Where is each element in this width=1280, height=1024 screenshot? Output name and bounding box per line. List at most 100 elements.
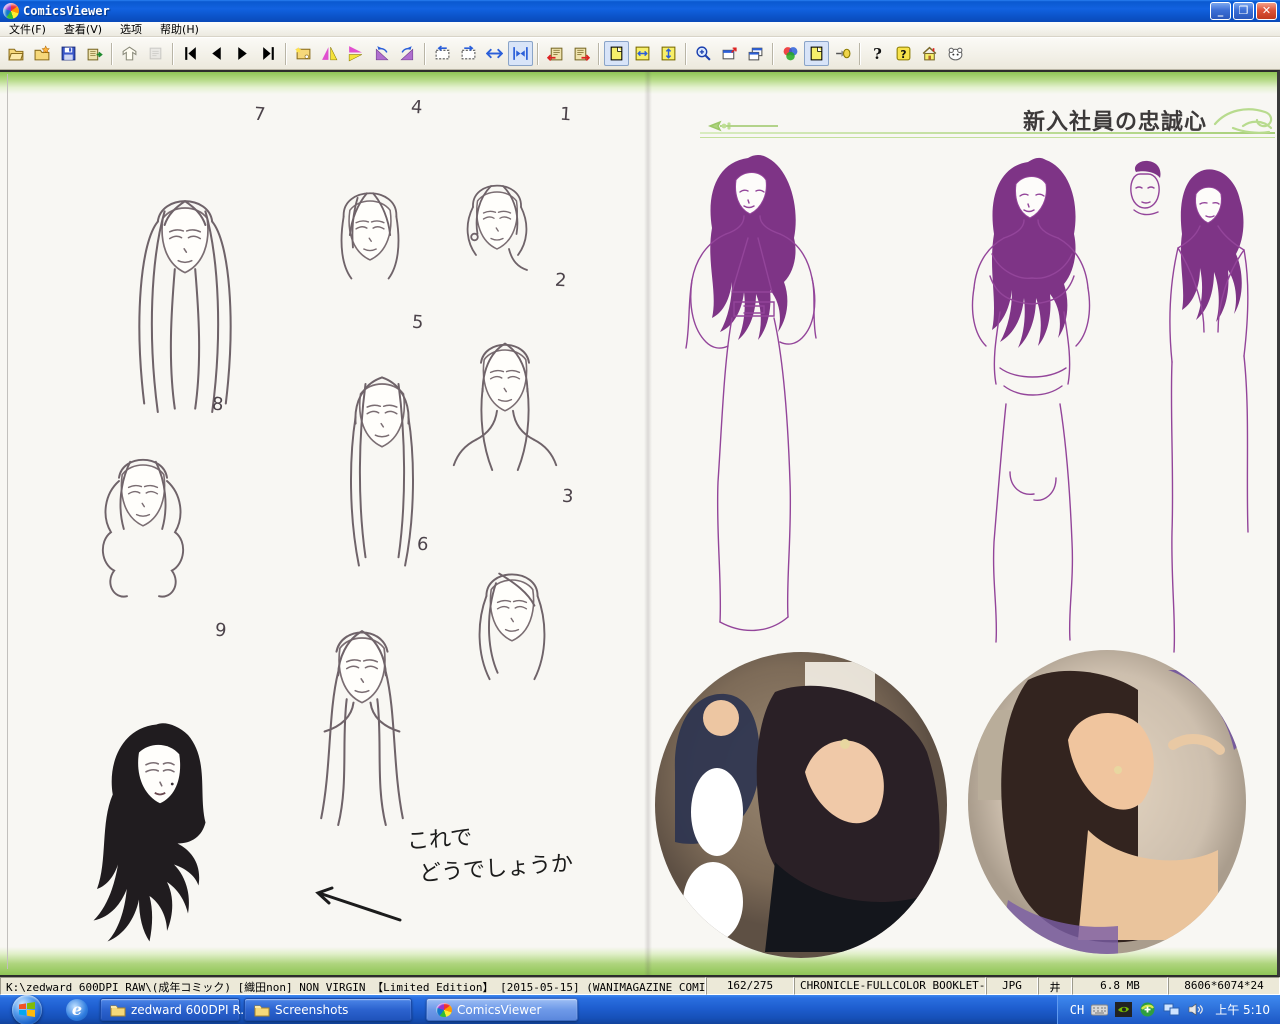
- folder-icon: [254, 1003, 270, 1017]
- menu-file[interactable]: 文件(F): [0, 22, 55, 37]
- menu-help[interactable]: 帮助(H): [151, 22, 208, 37]
- bookmark-icon: [295, 45, 312, 62]
- resize-window-button[interactable]: [717, 41, 742, 66]
- rotate-left-button[interactable]: [369, 41, 394, 66]
- chapter-title: 新入社員の忠誠心: [1023, 104, 1207, 136]
- help-topics-button[interactable]: ?: [891, 41, 916, 66]
- taskbar-button-comicsviewer[interactable]: ComicsViewer: [426, 998, 578, 1021]
- clock[interactable]: 上午 5:10: [1215, 1001, 1270, 1018]
- bookmark-button[interactable]: [291, 41, 316, 66]
- page-mode-button[interactable]: [804, 41, 829, 66]
- prev-page-button[interactable]: [204, 41, 229, 66]
- minimize-button[interactable]: _: [1210, 2, 1231, 20]
- extract-icon: [86, 45, 103, 62]
- expand-width-button[interactable]: [482, 41, 507, 66]
- toolbar-separator: [859, 43, 861, 65]
- about-icon: [947, 45, 964, 62]
- status-bar: K:\zedward 600DPI RAW\(成年コミック) [織田non] N…: [0, 977, 1280, 995]
- fit-width-icon: [634, 45, 651, 62]
- status-image-name: CHRONICLE-FULLCOLOR BOOKLET-SID: [794, 977, 986, 995]
- sketch-number: 1: [559, 104, 572, 126]
- toolbar-separator: [772, 43, 774, 65]
- menu-options[interactable]: 选项: [111, 22, 151, 37]
- locate-button: [143, 41, 168, 66]
- sketch-number: 6: [416, 534, 429, 556]
- shift-right-icon: [460, 45, 477, 62]
- menu-view[interactable]: 查看(V): [55, 22, 111, 37]
- page-mode-icon: [808, 45, 825, 62]
- folder-icon: [110, 1003, 126, 1017]
- keyboard-icon[interactable]: [1091, 1002, 1108, 1017]
- toolbar-separator: [685, 43, 687, 65]
- volume-tray-icon[interactable]: [1187, 1002, 1204, 1017]
- hand-tool-button[interactable]: [117, 41, 142, 66]
- last-page-button[interactable]: [256, 41, 281, 66]
- rotate-right-icon: [399, 45, 416, 62]
- status-dimensions: 8606*6074*24: [1168, 977, 1280, 995]
- rotate-left-icon: [373, 45, 390, 62]
- next-page-button[interactable]: [230, 41, 255, 66]
- fit-width-button[interactable]: [630, 41, 655, 66]
- effects-button[interactable]: [830, 41, 855, 66]
- flip-vertical-button[interactable]: [343, 41, 368, 66]
- chapter-header: 新入社員の忠誠心: [700, 108, 1275, 140]
- expand-width-icon: [486, 45, 503, 62]
- zoom-in-button[interactable]: [691, 41, 716, 66]
- home-icon: [921, 45, 938, 62]
- open-archive-icon: [8, 45, 25, 62]
- shift-right-button[interactable]: [456, 41, 481, 66]
- color-adjust-button[interactable]: [778, 41, 803, 66]
- open-new-icon: [34, 45, 51, 62]
- windows-flag-icon: [19, 1002, 35, 1017]
- language-indicator[interactable]: CH: [1070, 1003, 1084, 1017]
- first-page-button[interactable]: [178, 41, 203, 66]
- save-button[interactable]: [56, 41, 81, 66]
- nvidia-tray-icon[interactable]: [1115, 1002, 1132, 1017]
- fit-height-icon: [660, 45, 677, 62]
- restore-button[interactable]: ❐: [1233, 2, 1254, 20]
- flip-vertical-icon: [347, 45, 364, 62]
- sketch-number: 2: [554, 270, 567, 292]
- taskbar-button-zedward[interactable]: zedward 600DPI R...: [100, 998, 240, 1021]
- rotate-right-button[interactable]: [395, 41, 420, 66]
- cascade-windows-button[interactable]: [743, 41, 768, 66]
- prev-archive-icon: [547, 45, 564, 62]
- zoom-in-icon: [695, 45, 712, 62]
- taskbar-button-screenshots[interactable]: Screenshots: [244, 998, 412, 1021]
- sketch-number: 5: [411, 312, 424, 334]
- last-page-icon: [260, 45, 277, 62]
- help-button[interactable]: ?: [865, 41, 890, 66]
- color-adjust-icon: [782, 45, 799, 62]
- home-button[interactable]: [917, 41, 942, 66]
- next-archive-button[interactable]: [569, 41, 594, 66]
- locate-icon: [147, 45, 164, 62]
- sketch-number: 9: [214, 620, 227, 642]
- flip-horizontal-icon: [321, 45, 338, 62]
- window-title: ComicsViewer: [23, 4, 1210, 18]
- quick-launch-ie-icon[interactable]: e: [66, 999, 88, 1021]
- fit-page-button[interactable]: [604, 41, 629, 66]
- taskbar: e zedward 600DPI R... Screenshots Comics…: [0, 995, 1280, 1024]
- start-button[interactable]: [12, 995, 42, 1024]
- close-button[interactable]: ✕: [1256, 2, 1277, 20]
- compress-width-button[interactable]: [508, 41, 533, 66]
- toolbar: ? ?: [0, 37, 1280, 70]
- title-bar[interactable]: ComicsViewer _ ❐ ✕: [0, 0, 1280, 22]
- shift-left-button[interactable]: [430, 41, 455, 66]
- toolbar-separator: [285, 43, 287, 65]
- prev-archive-button[interactable]: [543, 41, 568, 66]
- shift-left-icon: [434, 45, 451, 62]
- status-format: JPG: [986, 977, 1038, 995]
- network-tray-icon[interactable]: [1163, 1002, 1180, 1017]
- toolbar-separator: [537, 43, 539, 65]
- antivirus-tray-icon[interactable]: [1139, 1002, 1156, 1017]
- sketch-number: 4: [410, 97, 423, 119]
- open-archive-button[interactable]: [4, 41, 29, 66]
- sketch-number: 3: [561, 486, 574, 508]
- about-button[interactable]: [943, 41, 968, 66]
- flip-horizontal-button[interactable]: [317, 41, 342, 66]
- extract-button[interactable]: [82, 41, 107, 66]
- viewer-canvas[interactable]: 7 4 1 2 5 8 3 6 9 これで どうでしょうか 新入社員の忠誠心: [0, 70, 1280, 977]
- open-new-button[interactable]: [30, 41, 55, 66]
- fit-height-button[interactable]: [656, 41, 681, 66]
